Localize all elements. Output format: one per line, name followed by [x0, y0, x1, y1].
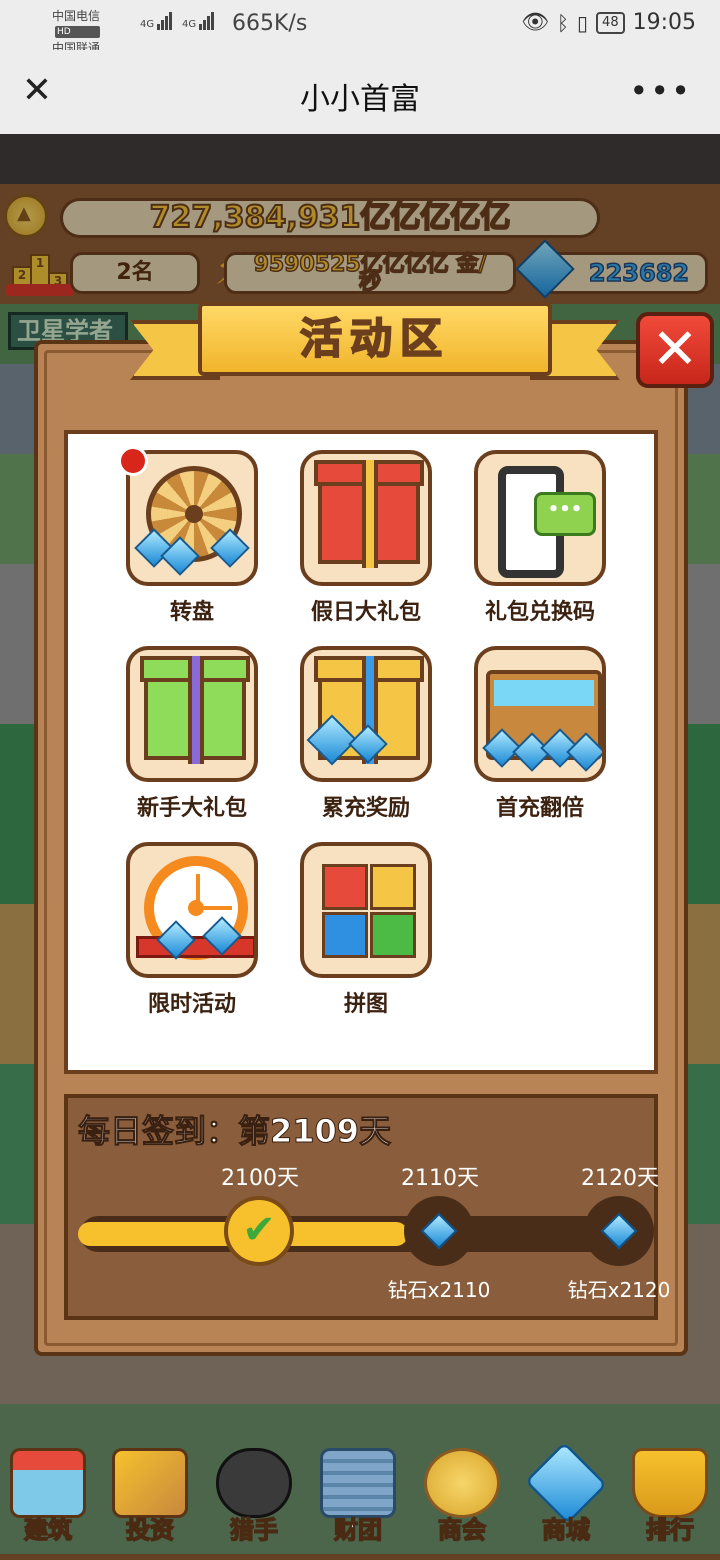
phone-message-icon: ••• — [474, 450, 606, 586]
activity-first-recharge[interactable]: 首充翻倍 — [470, 646, 610, 821]
top-strip — [0, 134, 720, 184]
notification-dot — [118, 446, 148, 476]
signin-title: 每日签到：第2109天 — [77, 1112, 392, 1151]
banner-main: 活动区 — [198, 302, 552, 376]
activity-recharge-reward[interactable]: 累充奖励 — [296, 646, 436, 821]
game-area: 727,384,931亿亿亿亿亿 2 1 3 2名 ⚡ 9590525亿亿亿亿 … — [0, 184, 720, 1560]
activity-label: 新手大礼包 — [136, 796, 247, 821]
signal-icon-2: 4G — [182, 12, 215, 30]
nav-consortium[interactable]: 财团 — [310, 1444, 406, 1554]
treasure-chest-icon — [474, 646, 606, 782]
battery-icon: 48 — [596, 11, 625, 34]
close-icon: ✕ — [651, 317, 699, 382]
activity-label: 礼包兑换码 — [484, 600, 595, 625]
nav-chamber[interactable]: 商会 — [414, 1444, 510, 1554]
puzzle-icon — [300, 842, 432, 978]
roulette-icon — [126, 450, 258, 586]
newbie-gift-icon — [126, 646, 258, 782]
nav-ranking[interactable]: 排行 — [622, 1444, 718, 1554]
signal-icon-1: 4G — [140, 12, 173, 30]
milestone-reward-label: 钻石x2110 — [387, 1278, 491, 1302]
activity-label: 累充奖励 — [321, 796, 410, 821]
nav-invest[interactable]: 投资 — [102, 1444, 198, 1554]
bottom-nav: 建筑 投资 猎手 财团 商会 商城 排行 — [0, 1441, 720, 1560]
milestone-day-label: 2110天 — [401, 1166, 479, 1191]
activity-grid: 转盘 假日大礼包 ••• 礼包兑换码 新手大礼包 累充奖励 首充翻倍 限时活动 … — [64, 430, 658, 1074]
nav-build[interactable]: 建筑 — [0, 1444, 96, 1554]
status-bar: 中国电信HD 中国联通HD 4G 4G 665K/s 👁 ᛒ ▯ 48 19:0… — [0, 0, 720, 70]
activity-holiday-gift[interactable]: 假日大礼包 — [296, 450, 436, 625]
activity-label: 假日大礼包 — [310, 600, 421, 625]
daily-signin: 每日签到：第2109天 2100天 ✔ 2110天 钻石x2110 2120天 … — [64, 1094, 670, 1320]
diamond-icon — [420, 1212, 458, 1250]
nav-label: 排行 — [645, 1515, 695, 1545]
milestone-node[interactable] — [584, 1196, 654, 1266]
activity-label: 拼图 — [343, 992, 388, 1017]
network-type-2: 4G — [182, 19, 197, 30]
more-icon[interactable]: ••• — [629, 72, 692, 110]
hd-badge-1: HD — [55, 26, 101, 38]
nav-hunters[interactable]: 猎手 — [206, 1444, 302, 1554]
activity-newbie-gift[interactable]: 新手大礼包 — [122, 646, 262, 821]
modal-title-banner: 活动区 — [130, 302, 620, 392]
carrier-1: 中国电信 — [52, 9, 101, 23]
milestone-day-label: 2120天 — [581, 1166, 659, 1191]
shop-icon — [10, 1448, 86, 1518]
activity-gift-code[interactable]: ••• 礼包兑换码 — [470, 450, 610, 625]
page-title: 小小首富 — [300, 82, 420, 117]
status-icons: 👁 ᛒ ▯ 48 19:05 — [521, 10, 696, 35]
nav-label: 建筑 — [23, 1515, 73, 1545]
activity-limited-time[interactable]: 限时活动 — [122, 842, 262, 1017]
clock-time: 19:05 — [632, 10, 696, 35]
nav-mall[interactable]: 商城 — [518, 1441, 614, 1554]
building-icon — [320, 1448, 396, 1518]
clock-icon — [126, 842, 258, 978]
modal-close-button[interactable]: ✕ — [636, 312, 714, 388]
milestone-node-done[interactable]: ✔ — [224, 1196, 294, 1266]
check-icon: ✔ — [242, 1207, 276, 1253]
gavel-icon — [112, 1448, 188, 1518]
trophy-icon — [632, 1448, 708, 1518]
hunters-icon — [216, 1448, 292, 1518]
activity-label: 首充翻倍 — [495, 796, 584, 821]
activity-roulette[interactable]: 转盘 — [118, 446, 262, 625]
nav-label: 财团 — [333, 1515, 383, 1545]
eye-icon: 👁 — [521, 10, 550, 35]
diamond-icon — [600, 1212, 638, 1250]
nav-label: 猎手 — [229, 1515, 279, 1545]
network-type-1: 4G — [140, 19, 155, 30]
activity-label: 限时活动 — [147, 992, 236, 1017]
milestone-node[interactable] — [404, 1196, 474, 1266]
chamber-emblem-icon — [424, 1448, 500, 1518]
bluetooth-icon: ᛒ — [557, 10, 570, 35]
network-speed: 665K/s — [232, 11, 308, 36]
recharge-reward-icon — [300, 646, 432, 782]
nav-label: 商城 — [541, 1515, 591, 1545]
vibrate-icon: ▯ — [577, 10, 589, 35]
nav-label: 商会 — [437, 1515, 487, 1545]
title-bar: ✕ 小小首富 ••• — [0, 50, 720, 134]
nav-label: 投资 — [125, 1515, 175, 1545]
milestone-reward-label: 钻石x2120 — [567, 1278, 671, 1302]
activity-puzzle[interactable]: 拼图 — [296, 842, 436, 1017]
holiday-gift-icon — [300, 450, 432, 586]
activity-label: 转盘 — [169, 600, 214, 625]
milestone-day-label: 2100天 — [221, 1166, 299, 1191]
modal-title: 活动区 — [299, 313, 450, 364]
